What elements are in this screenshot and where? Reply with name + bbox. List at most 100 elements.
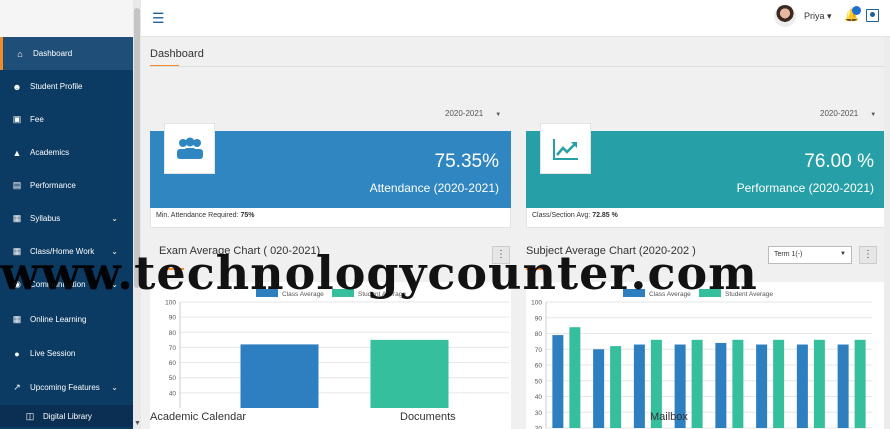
legend-swatch bbox=[256, 289, 278, 297]
sidebar-item-label: Online Learning bbox=[30, 315, 87, 324]
performance-label: Performance (2020-2021) bbox=[736, 181, 874, 195]
exam-chart-menu-button[interactable]: ⋮ bbox=[492, 246, 510, 264]
caret-down-icon: ▼ bbox=[870, 112, 877, 118]
sidebar-item-student-profile[interactable]: ☻ Student Profile bbox=[0, 70, 133, 103]
book-icon: ▦ bbox=[12, 246, 22, 256]
users-icon bbox=[176, 137, 203, 159]
legend-label: Class Average bbox=[649, 291, 691, 298]
performance-footer: Class/Section Avg: 72.85 % bbox=[526, 208, 886, 228]
sidebar-item-performance[interactable]: ▤ Performance bbox=[0, 169, 133, 202]
user-icon: ☻ bbox=[12, 81, 22, 92]
page-scrollbar[interactable] bbox=[884, 37, 890, 429]
sidebar-item-online-learning[interactable]: ▦ Online Learning bbox=[0, 303, 133, 336]
chart-bar bbox=[854, 339, 866, 428]
chart-bar bbox=[715, 342, 727, 428]
sidebar-scrollbar[interactable]: ▼ bbox=[133, 0, 141, 429]
sidebar-item-communication[interactable]: ◉ Communication ⌄ bbox=[0, 268, 133, 301]
y-tick-label: 40 bbox=[169, 390, 177, 397]
y-tick-label: 30 bbox=[535, 410, 543, 417]
exam-chart-panel: Class Average Student Average 40 50 60 70 80 90… bbox=[150, 282, 511, 429]
attendance-icon-box bbox=[164, 123, 215, 174]
term-select-value: Term 1(-) bbox=[774, 251, 803, 258]
graduation-cap-icon: ▲ bbox=[12, 147, 22, 158]
profile-card-icon[interactable] bbox=[866, 9, 879, 22]
year-select-performance[interactable]: 2020-2021 ▼ bbox=[820, 109, 876, 118]
chart-bar bbox=[796, 344, 808, 428]
chart-bar bbox=[691, 339, 703, 428]
performance-value: 76.00 % bbox=[804, 151, 874, 172]
year-select-value: 2020-2021 bbox=[820, 109, 859, 118]
academic-calendar-heading: Academic Calendar bbox=[150, 411, 250, 423]
chart-bar bbox=[370, 339, 449, 408]
book-icon: ▦ bbox=[12, 314, 22, 324]
chart-bar bbox=[813, 339, 825, 428]
y-tick-label: 60 bbox=[535, 363, 543, 370]
chart-bar bbox=[773, 339, 785, 428]
sidebar-item-label: Live Session bbox=[30, 349, 76, 358]
divider bbox=[150, 66, 889, 67]
y-tick-label: 70 bbox=[535, 347, 543, 354]
chart-bar bbox=[569, 327, 581, 428]
book-icon: ▦ bbox=[12, 213, 22, 223]
y-tick-label: 60 bbox=[169, 360, 177, 367]
chart-bar bbox=[240, 344, 319, 408]
external-link-icon: ↗ bbox=[13, 382, 21, 392]
sidebar-item-label: Fee bbox=[30, 115, 44, 124]
sidebar-item-syllabus[interactable]: ▦ Syllabus ⌄ bbox=[0, 202, 133, 235]
y-tick-label: 90 bbox=[535, 315, 543, 322]
performance-icon-box bbox=[540, 123, 591, 174]
y-tick-label: 50 bbox=[535, 378, 543, 385]
subject-chart-menu-button[interactable]: ⋮ bbox=[859, 246, 877, 264]
chart-bar bbox=[732, 339, 744, 428]
trend-chart-icon bbox=[552, 138, 578, 160]
performance-footer-value: 72.85 % bbox=[592, 212, 618, 219]
hamburger-menu-icon[interactable]: ☰ bbox=[152, 10, 165, 27]
avatar[interactable] bbox=[774, 5, 796, 27]
legend-swatch bbox=[699, 289, 721, 297]
attendance-footer-value: 75% bbox=[240, 212, 255, 219]
year-select-value: 2020-2021 bbox=[445, 109, 484, 118]
y-tick-label: 50 bbox=[169, 375, 177, 382]
sidebar: ⌂ Dashboard ☻ Student Profile ▣ Fee ▲ Ac… bbox=[0, 37, 133, 429]
user-menu[interactable]: Priya ▾ bbox=[804, 11, 832, 22]
caret-down-icon: ▼ bbox=[495, 112, 502, 118]
home-icon: ⌂ bbox=[17, 48, 23, 59]
chevron-down-icon: ⌄ bbox=[111, 214, 118, 223]
chart-bar bbox=[593, 349, 605, 428]
y-tick-label: 100 bbox=[165, 300, 176, 307]
exam-average-chart: Class Average Student Average 40 50 60 70 80 90… bbox=[165, 289, 509, 408]
performance-card: 76.00 % Performance (2020-2021) bbox=[526, 123, 886, 208]
y-tick-label: 40 bbox=[535, 394, 543, 401]
y-tick-label: 90 bbox=[169, 315, 177, 322]
exam-chart-underline bbox=[166, 268, 184, 270]
year-select-attendance[interactable]: 2020-2021 ▼ bbox=[445, 109, 501, 118]
sidebar-item-label: Academics bbox=[30, 148, 70, 157]
documents-heading: Documents bbox=[400, 411, 456, 423]
sidebar-item-upcoming-features[interactable]: ↗ Upcoming Features ⌄ bbox=[0, 371, 133, 404]
sidebar-item-digital-library[interactable]: ◫ Digital Library bbox=[0, 405, 133, 427]
attendance-footer: Min. Attendance Required: 75% bbox=[150, 208, 511, 228]
attendance-label: Attendance (2020-2021) bbox=[369, 181, 499, 195]
scrollbar-thumb[interactable] bbox=[134, 8, 140, 288]
sidebar-item-fee[interactable]: ▣ Fee bbox=[0, 103, 133, 136]
subject-chart-panel: Class Average Student Average 20 30 40 50 60 70… bbox=[526, 282, 886, 429]
y-tick-label: 70 bbox=[169, 345, 177, 352]
sidebar-item-academics[interactable]: ▲ Academics bbox=[0, 136, 133, 169]
sidebar-item-class-home-work[interactable]: ▦ Class/Home Work ⌄ bbox=[0, 235, 133, 268]
chevron-down-icon: ⌄ bbox=[111, 280, 118, 289]
term-select[interactable]: Term 1(-) ▼ bbox=[768, 246, 852, 264]
sidebar-item-label: Upcoming Features bbox=[30, 383, 100, 392]
sidebar-item-label: Student Profile bbox=[30, 82, 83, 91]
page-title: Dashboard bbox=[150, 48, 204, 60]
sidebar-item-live-session[interactable]: ● Live Session bbox=[0, 337, 133, 370]
exam-chart-title: Exam Average Chart ( 020-2021) bbox=[159, 245, 321, 257]
subject-chart-title: Subject Average Chart (2020-202 ) bbox=[526, 245, 696, 257]
legend-label: Student Average bbox=[725, 291, 773, 298]
scroll-down-arrow-icon[interactable]: ▼ bbox=[134, 420, 141, 427]
y-tick-label: 80 bbox=[169, 330, 177, 337]
subject-chart-underline bbox=[526, 268, 544, 270]
topbar: ☰ Priya ▾ 🔔 bbox=[141, 0, 890, 37]
chevron-down-icon: ⌄ bbox=[111, 247, 118, 256]
sidebar-item-dashboard[interactable]: ⌂ Dashboard bbox=[0, 37, 133, 70]
attendance-card: 75.35% Attendance (2020-2021) bbox=[150, 123, 511, 208]
